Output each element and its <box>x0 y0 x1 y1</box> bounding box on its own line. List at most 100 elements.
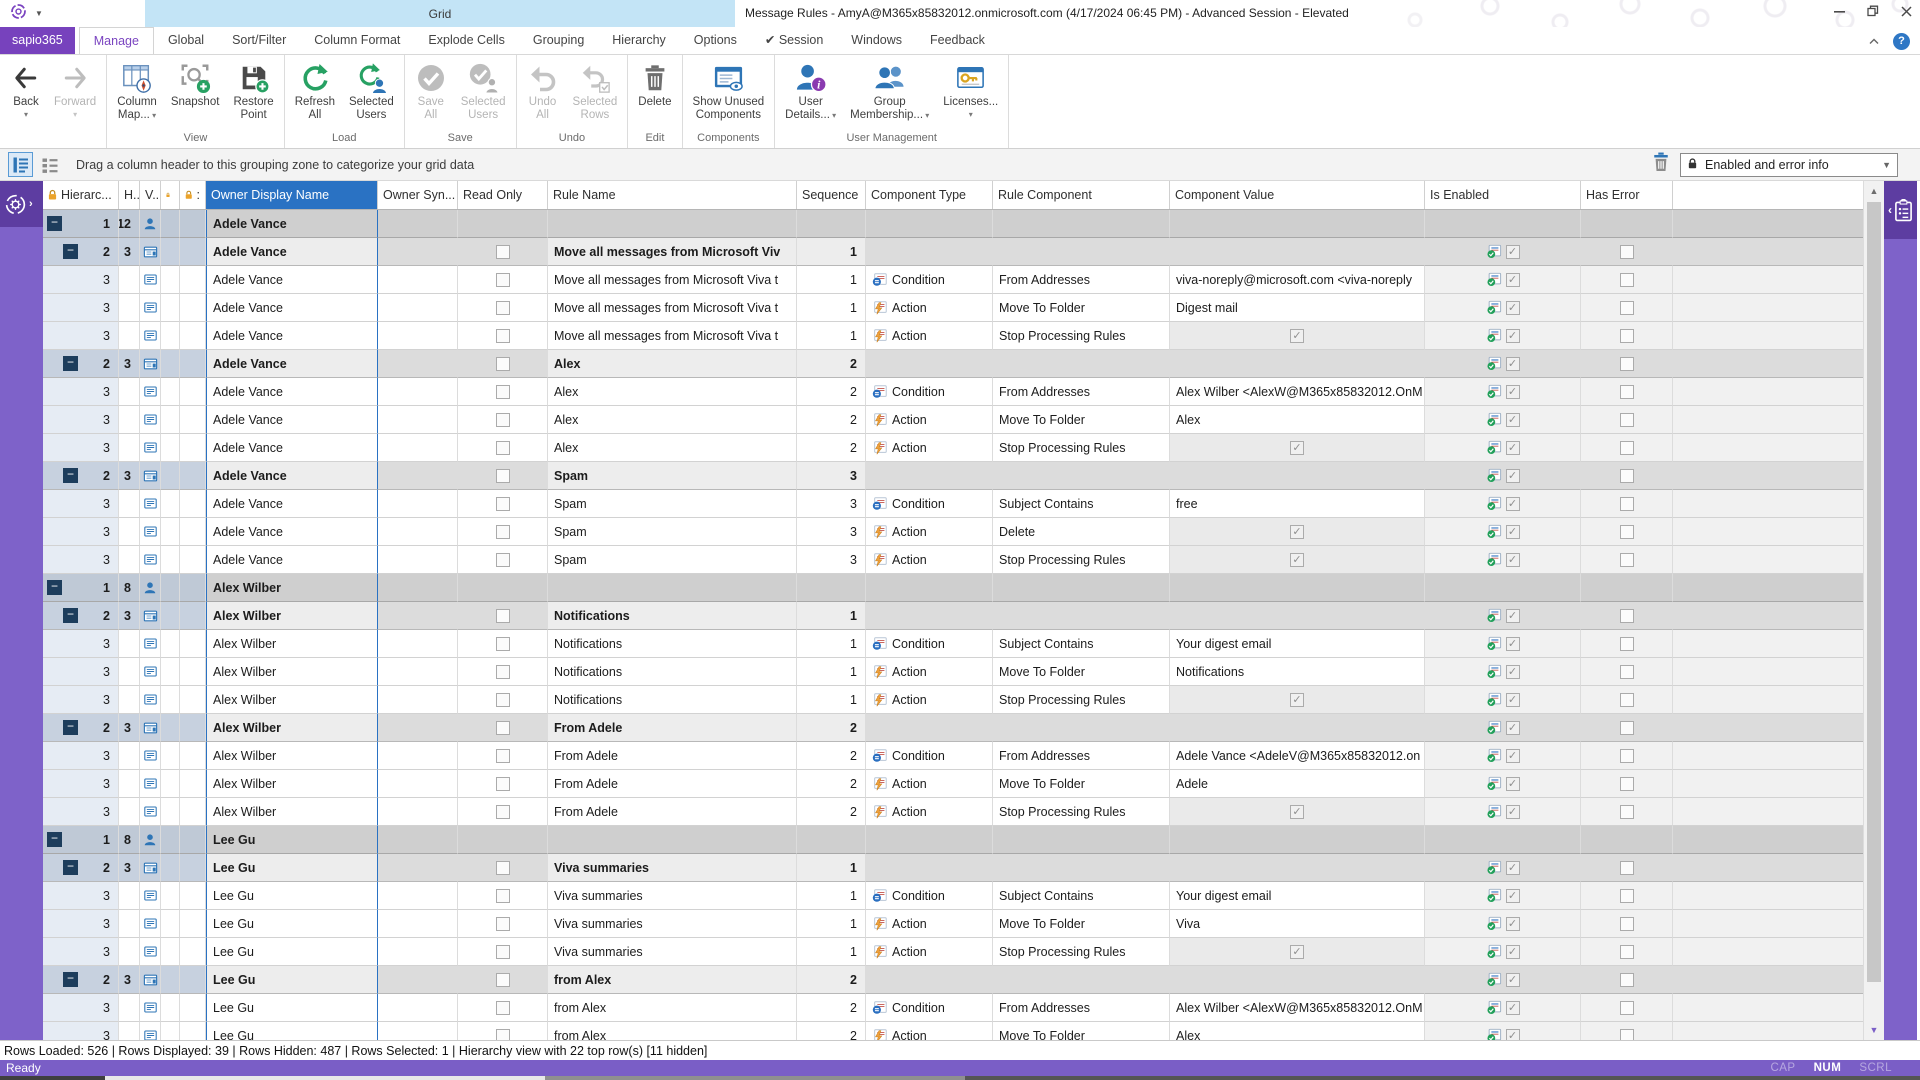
row-rule-component[interactable]: 3Adele VanceAlex2ActionStop Processing R… <box>43 434 1863 462</box>
checkbox[interactable] <box>496 357 510 371</box>
right-panel-toggle[interactable]: ‹ <box>1884 181 1917 239</box>
checkbox[interactable] <box>496 917 510 931</box>
view-filter-dropdown[interactable]: Enabled and error info ▼ <box>1680 153 1898 177</box>
column-header-owner-syn[interactable]: Owner Syn... <box>378 181 458 209</box>
column-header-filler[interactable] <box>1673 181 1863 209</box>
checkbox[interactable] <box>496 553 510 567</box>
checkbox[interactable] <box>1620 749 1634 763</box>
tab-grouping[interactable]: Grouping <box>519 27 598 54</box>
checkbox[interactable] <box>496 721 510 735</box>
row-rule-component[interactable]: 3Lee Gufrom Alex2ConditionFrom Addresses… <box>43 994 1863 1022</box>
checkbox[interactable]: ✓ <box>1506 273 1520 287</box>
row-rule-component[interactable]: 3Alex WilberFrom Adele2ActionStop Proces… <box>43 798 1863 826</box>
checkbox[interactable]: ✓ <box>1506 693 1520 707</box>
checkbox[interactable]: ✓ <box>1506 609 1520 623</box>
collapse-toggle[interactable]: − <box>63 720 78 735</box>
checkbox[interactable] <box>1620 245 1634 259</box>
row-rule-component[interactable]: 3Adele VanceSpam3ConditionSubject Contai… <box>43 490 1863 518</box>
checkbox[interactable] <box>1620 273 1634 287</box>
column-header-hierarc[interactable]: Hierarc... <box>43 181 119 209</box>
checkbox[interactable]: ✓ <box>1506 413 1520 427</box>
column-header-rule-component[interactable]: Rule Component <box>993 181 1170 209</box>
column-header-read-only[interactable]: Read Only <box>458 181 548 209</box>
checkbox[interactable] <box>496 945 510 959</box>
checkbox[interactable]: ✓ <box>1506 441 1520 455</box>
collapse-toggle[interactable]: − <box>63 468 78 483</box>
checkbox[interactable] <box>1620 861 1634 875</box>
tab-manage[interactable]: Manage <box>79 27 154 54</box>
tab-sort-filter[interactable]: Sort/Filter <box>218 27 300 54</box>
tab-windows[interactable]: Windows <box>837 27 916 54</box>
checkbox[interactable] <box>496 245 510 259</box>
row-rule-group[interactable]: −23Adele VanceAlex2✓ <box>43 350 1863 378</box>
row-rule-component[interactable]: 3Lee GuViva summaries1ActionMove To Fold… <box>43 910 1863 938</box>
button-selected-users[interactable]: Selected Users <box>342 58 401 124</box>
column-header-l1[interactable] <box>161 181 180 209</box>
row-rule-component[interactable]: 3Lee GuViva summaries1ActionStop Process… <box>43 938 1863 966</box>
clear-grouping-trash-icon[interactable] <box>1652 152 1670 177</box>
checkbox[interactable]: ✓ <box>1506 525 1520 539</box>
checkbox[interactable]: ✓ <box>1506 357 1520 371</box>
checkbox[interactable]: ✓ <box>1290 693 1304 707</box>
checkbox[interactable]: ✓ <box>1290 525 1304 539</box>
checkbox[interactable]: ✓ <box>1506 553 1520 567</box>
column-header-component-value[interactable]: Component Value <box>1170 181 1425 209</box>
checkbox[interactable] <box>1620 497 1634 511</box>
column-header-nav[interactable]: : <box>180 181 206 209</box>
checkbox[interactable] <box>496 665 510 679</box>
button-show-unused-components[interactable]: Show Unused Components <box>686 58 772 124</box>
checkbox[interactable] <box>496 973 510 987</box>
tab-sapio365[interactable]: sapio365 <box>0 27 75 54</box>
checkbox[interactable] <box>1620 609 1634 623</box>
row-rule-component[interactable]: 3Adele VanceAlex2ActionMove To FolderAle… <box>43 406 1863 434</box>
checkbox[interactable] <box>1620 525 1634 539</box>
checkbox[interactable] <box>1620 1001 1634 1015</box>
collapse-toggle[interactable]: − <box>47 580 62 595</box>
checkbox[interactable] <box>496 385 510 399</box>
checkbox[interactable] <box>1620 945 1634 959</box>
checkbox[interactable] <box>1620 357 1634 371</box>
row-rule-component[interactable]: 3Adele VanceMove all messages from Micro… <box>43 294 1863 322</box>
column-header-sequence[interactable]: Sequence <box>797 181 866 209</box>
checkbox[interactable] <box>496 413 510 427</box>
checkbox[interactable] <box>496 273 510 287</box>
checkbox[interactable] <box>496 749 510 763</box>
button-column-map[interactable]: Column Map... ▾ <box>110 58 164 124</box>
row-rule-group[interactable]: −23Adele VanceMove all messages from Mic… <box>43 238 1863 266</box>
row-rule-group[interactable]: −23Alex WilberFrom Adele2✓ <box>43 714 1863 742</box>
column-header-is-enabled[interactable]: Is Enabled <box>1425 181 1581 209</box>
scroll-down-icon[interactable]: ▼ <box>1864 1020 1884 1040</box>
button-selected-users[interactable]: Selected Users <box>454 58 513 124</box>
collapse-toggle[interactable]: − <box>63 972 78 987</box>
app-logo-icon[interactable] <box>10 3 27 25</box>
row-rule-component[interactable]: 3Alex WilberFrom Adele2ConditionFrom Add… <box>43 742 1863 770</box>
checkbox[interactable]: ✓ <box>1506 973 1520 987</box>
checkbox[interactable] <box>496 609 510 623</box>
row-rule-group[interactable]: −23Lee Gufrom Alex2✓ <box>43 966 1863 994</box>
checkbox[interactable] <box>496 1001 510 1015</box>
checkbox[interactable] <box>1620 693 1634 707</box>
checkbox[interactable] <box>1620 805 1634 819</box>
qat-customize-caret-icon[interactable]: ▼ <box>35 9 43 18</box>
button-undo-all[interactable]: Undo All <box>520 58 566 124</box>
row-rule-component[interactable]: 3Lee Gufrom Alex2ActionMove To FolderAle… <box>43 1022 1863 1040</box>
column-header-h[interactable]: H... <box>119 181 140 209</box>
row-rule-component[interactable]: 3Lee GuViva summaries1ConditionSubject C… <box>43 882 1863 910</box>
checkbox[interactable] <box>496 329 510 343</box>
checkbox[interactable]: ✓ <box>1506 301 1520 315</box>
checkbox[interactable]: ✓ <box>1506 917 1520 931</box>
checkbox[interactable]: ✓ <box>1506 1029 1520 1041</box>
checkbox[interactable]: ✓ <box>1290 329 1304 343</box>
checkbox[interactable] <box>496 301 510 315</box>
checkbox[interactable] <box>1620 777 1634 791</box>
button-forward[interactable]: Forward▾ <box>47 58 103 121</box>
row-rule-group[interactable]: −23Alex WilberNotifications1✓ <box>43 602 1863 630</box>
checkbox[interactable]: ✓ <box>1506 385 1520 399</box>
checkbox[interactable]: ✓ <box>1506 637 1520 651</box>
button-delete[interactable]: Delete <box>631 58 678 111</box>
minimize-button[interactable] <box>1834 4 1845 22</box>
column-header-component-type[interactable]: Component Type <box>866 181 993 209</box>
checkbox[interactable]: ✓ <box>1506 245 1520 259</box>
tab-hierarchy[interactable]: Hierarchy <box>598 27 680 54</box>
checkbox[interactable]: ✓ <box>1506 721 1520 735</box>
